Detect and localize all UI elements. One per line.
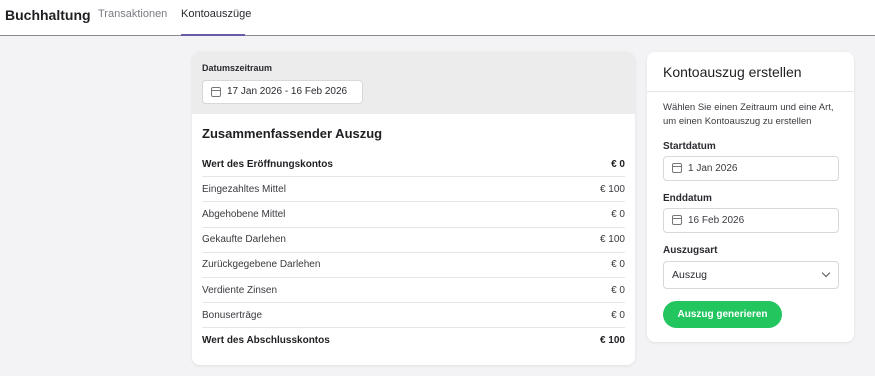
active-tab-indicator bbox=[181, 34, 245, 36]
calendar-icon bbox=[672, 215, 682, 225]
summary-row: Gekaufte Darlehen € 100 bbox=[202, 228, 625, 253]
end-date-value: 16 Feb 2026 bbox=[688, 215, 745, 226]
summary-rows: Wert des Eröffnungskontos € 0 Eingezahlt… bbox=[202, 152, 625, 354]
row-label: Abgehobene Mittel bbox=[202, 208, 286, 220]
calendar-icon bbox=[672, 163, 682, 173]
row-value: € 0 bbox=[611, 309, 625, 321]
summary-row: Eingezahltes Mittel € 100 bbox=[202, 177, 625, 203]
row-label: Wert des Abschlusskontos bbox=[202, 335, 330, 347]
summary-row: Verdiente Zinsen € 0 bbox=[202, 278, 625, 304]
tab-kontoauszuege[interactable]: Kontoauszüge bbox=[181, 8, 251, 20]
row-label: Zurückgegebene Darlehen bbox=[202, 259, 321, 271]
row-label: Eingezahltes Mittel bbox=[202, 183, 286, 195]
row-value: € 100 bbox=[599, 183, 625, 195]
create-statement-title: Kontoauszug erstellen bbox=[663, 64, 802, 80]
summary-row: Abgehobene Mittel € 0 bbox=[202, 202, 625, 228]
start-date-value: 1 Jan 2026 bbox=[688, 163, 738, 174]
row-label: Bonuserträge bbox=[202, 309, 263, 321]
row-label: Verdiente Zinsen bbox=[202, 284, 278, 296]
summary-title: Zusammenfassender Auszug bbox=[202, 126, 383, 141]
row-label: Gekaufte Darlehen bbox=[202, 234, 286, 246]
row-value: € 0 bbox=[611, 284, 625, 296]
date-range-value: 17 Jan 2026 - 16 Feb 2026 bbox=[227, 86, 348, 97]
date-range-header: Datumszeitraum 17 Jan 2026 - 16 Feb 2026 bbox=[192, 52, 635, 114]
divider bbox=[647, 91, 854, 92]
row-value: € 0 bbox=[611, 259, 625, 271]
summary-row: Wert des Eröffnungskontos € 0 bbox=[202, 152, 625, 178]
start-date-input[interactable]: 1 Jan 2026 bbox=[663, 156, 839, 181]
top-nav: Buchhaltung Transaktionen Kontoauszüge bbox=[0, 0, 875, 36]
create-statement-card: Kontoauszug erstellen Wählen Sie einen Z… bbox=[647, 52, 854, 342]
summary-statement-card: Datumszeitraum 17 Jan 2026 - 16 Feb 2026… bbox=[192, 52, 635, 365]
date-range-label: Datumszeitraum bbox=[202, 63, 273, 73]
end-date-label: Enddatum bbox=[663, 193, 712, 204]
generate-statement-button[interactable]: Auszug generieren bbox=[663, 301, 782, 328]
tab-transaktionen[interactable]: Transaktionen bbox=[98, 8, 167, 20]
row-value: € 0 bbox=[611, 158, 625, 170]
end-date-input[interactable]: 16 Feb 2026 bbox=[663, 208, 839, 233]
chevron-down-icon bbox=[821, 268, 831, 278]
row-value: € 100 bbox=[599, 335, 625, 347]
summary-row: Bonuserträge € 0 bbox=[202, 303, 625, 329]
statement-type-label: Auszugsart bbox=[663, 245, 718, 256]
statement-type-select[interactable]: Auszug bbox=[663, 261, 839, 289]
start-date-label: Startdatum bbox=[663, 141, 716, 152]
statement-type-value: Auszug bbox=[672, 269, 708, 281]
create-statement-description: Wählen Sie einen Zeitraum und eine Art, … bbox=[663, 102, 834, 127]
brand-title: Buchhaltung bbox=[5, 7, 91, 23]
calendar-icon bbox=[211, 87, 221, 97]
date-range-input[interactable]: 17 Jan 2026 - 16 Feb 2026 bbox=[202, 80, 363, 104]
row-label: Wert des Eröffnungskontos bbox=[202, 158, 333, 170]
summary-row: Wert des Abschlusskontos € 100 bbox=[202, 328, 625, 353]
row-value: € 0 bbox=[611, 208, 625, 220]
row-value: € 100 bbox=[599, 234, 625, 246]
summary-row: Zurückgegebene Darlehen € 0 bbox=[202, 253, 625, 278]
